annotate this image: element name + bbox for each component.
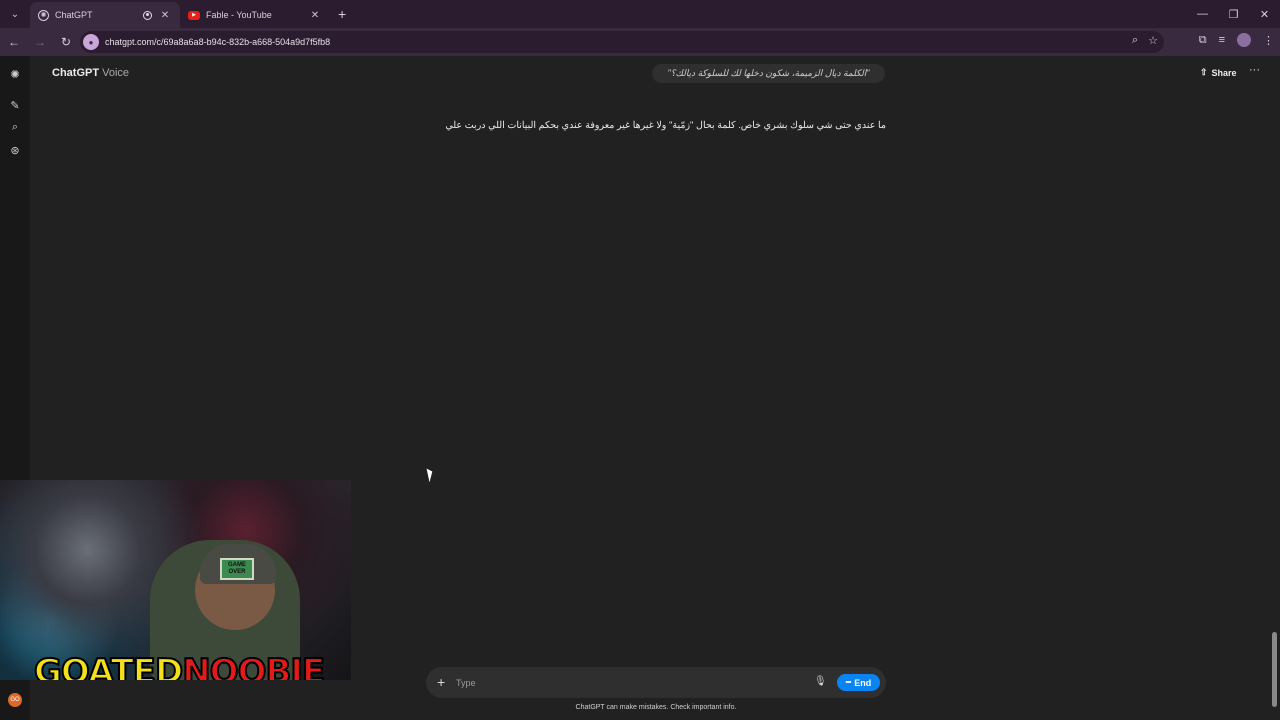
end-voice-button[interactable]: ┅ End — [837, 674, 880, 691]
chatgpt-favicon-icon: ✺ — [38, 9, 49, 21]
voice-composer: + 🎙 ┅ End — [426, 667, 886, 698]
library-icon[interactable]: ⊛ — [8, 143, 22, 157]
user-avatar[interactable]: GO — [8, 693, 22, 707]
forward-arrow-icon[interactable]: → — [28, 30, 52, 54]
tab-youtube[interactable]: ▶ Fable - YouTube ✕ — [180, 2, 330, 28]
streamer-logo: GOATEDNOOBIE — [33, 651, 326, 680]
new-tab-plus-icon[interactable]: + — [338, 6, 346, 22]
extensions-icon[interactable]: ⧉ — [1199, 34, 1207, 47]
share-label: Share — [1211, 67, 1237, 78]
share-icon: ⇧ — [1200, 67, 1208, 77]
minimize-icon[interactable]: — — [1187, 0, 1218, 28]
tab-title: ChatGPT — [55, 10, 93, 20]
browser-tab-bar: ⌄ ✺ ChatGPT ✕ ▶ Fable - YouTube ✕ + — ❐ … — [0, 0, 1280, 28]
microphone-icon[interactable]: 🎙 — [814, 676, 827, 689]
mouse-cursor-icon — [426, 467, 435, 483]
message-input[interactable] — [456, 673, 816, 692]
tab-search-chevron-icon[interactable]: ⌄ — [4, 3, 26, 25]
window-controls: — ❐ ✕ — [1187, 0, 1280, 28]
voice-wave-icon: ┅ — [845, 677, 852, 687]
profile-avatar[interactable] — [1237, 33, 1251, 47]
browser-menu-icon[interactable]: ⋮ — [1263, 34, 1274, 47]
cap-badge: GAME OVER — [220, 558, 254, 580]
webcam-overlay: GAME OVER GOATEDNOOBIE — [0, 480, 351, 680]
assistant-message: ما عندي حتى شي سلوك بشري خاص. كلمة بحال … — [445, 120, 886, 131]
bookmark-star-icon[interactable]: ☆ — [1148, 34, 1158, 47]
scrollbar-track[interactable] — [1271, 60, 1277, 720]
restore-icon[interactable]: ❐ — [1218, 0, 1249, 28]
browser-toolbar: ← → ↻ ● chatgpt.com/c/69a8a6a8-b94c-832b… — [0, 28, 1280, 56]
openai-logo-icon[interactable]: ✺ — [8, 67, 22, 81]
user-message-bubble: "الكلمة ديال الزميمة، شكون دخلها لك للسل… — [652, 64, 885, 83]
new-chat-icon[interactable]: ✎ — [8, 98, 22, 112]
add-attachment-plus-icon[interactable]: + — [437, 674, 445, 690]
share-button[interactable]: ⇧ Share — [1200, 67, 1237, 78]
media-controls-icon[interactable]: ≡ — [1219, 34, 1225, 46]
tab-title: Fable - YouTube — [206, 10, 272, 20]
end-label: End — [854, 677, 872, 688]
reload-icon[interactable]: ↻ — [54, 30, 78, 54]
app-name: ChatGPT — [52, 67, 100, 79]
more-options-icon[interactable]: ··· — [1249, 64, 1260, 76]
logo-part-noobie: NOOBIE — [181, 651, 326, 680]
scrollbar-thumb[interactable] — [1272, 632, 1277, 707]
tab-chatgpt[interactable]: ✺ ChatGPT ✕ — [30, 2, 180, 28]
microphone-active-icon[interactable]: ● — [83, 34, 99, 50]
back-arrow-icon[interactable]: ← — [2, 30, 26, 54]
close-window-icon[interactable]: ✕ — [1249, 0, 1280, 28]
close-tab-icon[interactable]: ✕ — [308, 10, 322, 21]
url-text[interactable]: chatgpt.com/c/69a8a6a8-b94c-832b-a668-50… — [105, 37, 330, 47]
mode-label: Voice — [102, 67, 130, 79]
recording-icon — [143, 10, 152, 20]
search-icon[interactable]: ⌕ — [8, 120, 22, 134]
page-title[interactable]: ChatGPT Voice — [52, 67, 129, 79]
logo-part-goated: GOATED — [33, 651, 184, 680]
zoom-icon[interactable]: ⌕ — [1132, 34, 1138, 47]
address-bar[interactable]: ● chatgpt.com/c/69a8a6a8-b94c-832b-a668-… — [80, 31, 1164, 53]
disclaimer-text: ChatGPT can make mistakes. Check importa… — [575, 704, 737, 711]
youtube-favicon-icon: ▶ — [188, 10, 200, 20]
close-tab-icon[interactable]: ✕ — [158, 10, 172, 21]
